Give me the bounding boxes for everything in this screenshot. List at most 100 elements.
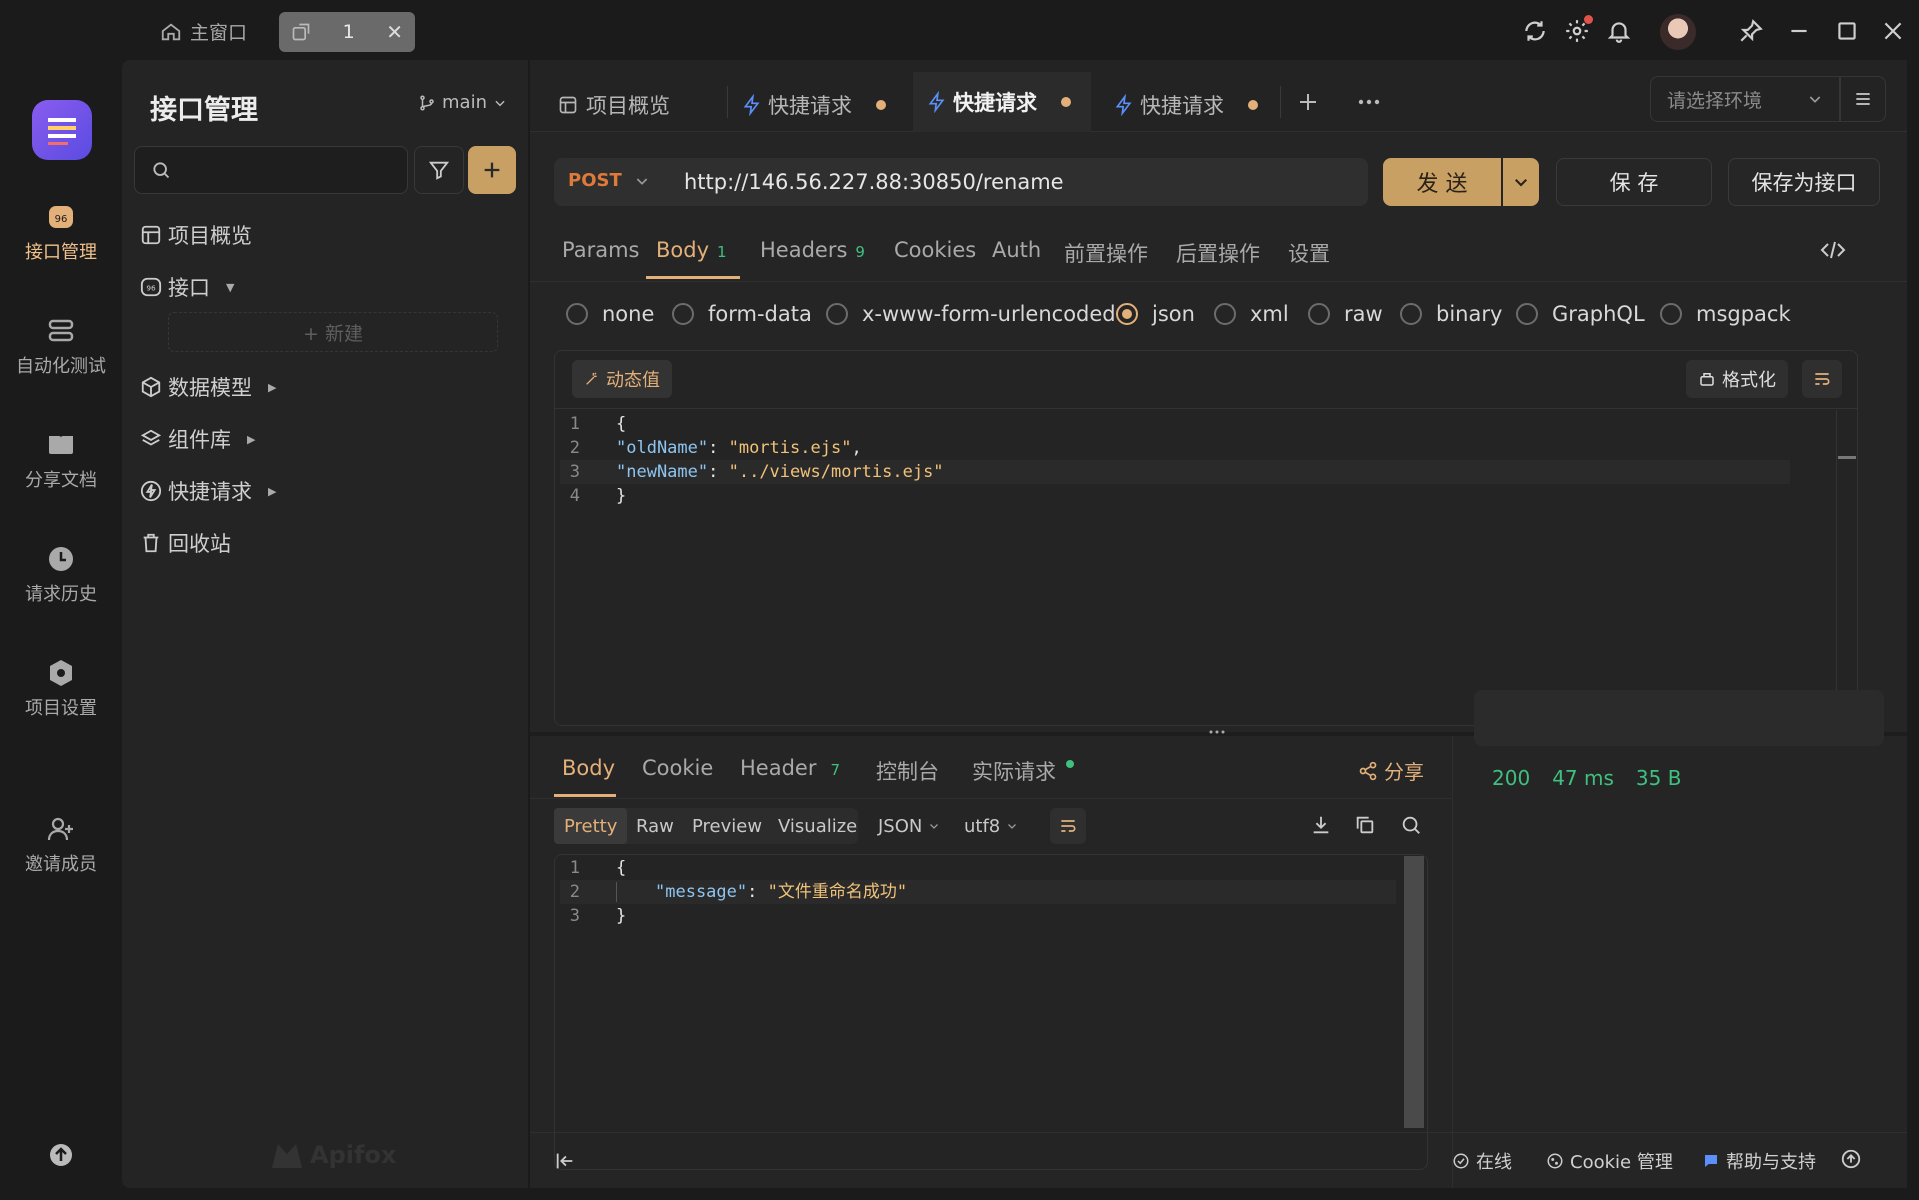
- sidebar-item-quick-request[interactable]: 快捷请求 ▶: [140, 476, 276, 506]
- share-button[interactable]: 分享: [1358, 756, 1424, 785]
- tab-params[interactable]: Params: [562, 238, 640, 262]
- radio-graphql[interactable]: GraphQL: [1516, 302, 1645, 326]
- response-format-select[interactable]: JSON: [868, 808, 950, 844]
- maximize-icon[interactable]: [1834, 18, 1860, 44]
- search-icon[interactable]: [1400, 814, 1422, 836]
- method-select[interactable]: POST: [568, 170, 650, 191]
- branch-selector[interactable]: main: [418, 92, 507, 113]
- wrap-lines-button[interactable]: [1802, 360, 1842, 398]
- code-line: 4}: [560, 484, 1790, 508]
- tab-pre-ops[interactable]: 前置操作: [1064, 238, 1148, 268]
- sidebar-search-input[interactable]: [134, 146, 408, 194]
- home-window-tab[interactable]: 主窗口: [160, 18, 247, 45]
- bell-icon[interactable]: [1606, 18, 1632, 44]
- avatar[interactable]: [1660, 14, 1696, 50]
- rail-request-history[interactable]: 请求历史: [0, 544, 122, 606]
- tab-overview[interactable]: 项目概览: [558, 90, 670, 120]
- copy-icon[interactable]: [1354, 814, 1376, 836]
- history-icon: [49, 547, 73, 571]
- sidebar-item-data-model[interactable]: 数据模型 ▶: [140, 372, 276, 402]
- radio-msgpack[interactable]: msgpack: [1660, 302, 1791, 326]
- format-button[interactable]: 格式化: [1686, 360, 1788, 398]
- minimize-icon[interactable]: [1786, 18, 1812, 44]
- save-button[interactable]: 保 存: [1556, 158, 1712, 206]
- tab-post-ops[interactable]: 后置操作: [1176, 238, 1260, 268]
- radio-urlencoded[interactable]: x-www-form-urlencoded: [826, 302, 1116, 326]
- sidebar-item-overview[interactable]: 项目概览: [140, 220, 252, 250]
- response-tab-actual-request[interactable]: 实际请求: [972, 756, 1074, 786]
- environment-menu-button[interactable]: [1840, 76, 1886, 122]
- response-wrap-button[interactable]: [1050, 808, 1086, 844]
- refresh-icon[interactable]: [1522, 18, 1548, 44]
- view-mode-visualize[interactable]: Visualize: [768, 808, 867, 844]
- tab-overview-label: 项目概览: [586, 94, 670, 118]
- rail-request-history-label: 请求历史: [25, 584, 97, 605]
- response-tab-cookie[interactable]: Cookie: [642, 756, 713, 780]
- radio-raw[interactable]: raw: [1308, 302, 1383, 326]
- tab-body[interactable]: Body 1: [656, 238, 727, 262]
- send-button[interactable]: 发 送: [1383, 158, 1501, 206]
- tab-quick-request-2-active[interactable]: 快捷请求: [913, 72, 1091, 132]
- response-tab-header[interactable]: Header 7: [740, 756, 840, 780]
- upgrade-icon[interactable]: [1840, 1148, 1862, 1170]
- view-mode-pretty[interactable]: Pretty: [554, 808, 628, 844]
- send-options-button[interactable]: [1503, 158, 1539, 206]
- add-button[interactable]: [468, 146, 516, 194]
- rail-api-management[interactable]: 96 接口管理: [0, 202, 122, 264]
- tab-cookies-label: Cookies: [894, 238, 977, 262]
- help-support-button[interactable]: 帮助与支持: [1702, 1148, 1816, 1174]
- drag-handle-icon[interactable]: [1208, 728, 1226, 736]
- editor-scroll-thumb[interactable]: [1838, 456, 1856, 459]
- more-tabs-icon[interactable]: [1356, 90, 1382, 114]
- view-mode-preview[interactable]: Preview: [682, 808, 772, 844]
- rail-project-settings[interactable]: 项目设置: [0, 658, 122, 720]
- cookie-manage-button[interactable]: Cookie 管理: [1546, 1148, 1673, 1174]
- dynamic-value-button[interactable]: 动态值: [572, 360, 672, 398]
- online-status[interactable]: 在线: [1452, 1148, 1512, 1174]
- response-tab-console[interactable]: 控制台: [876, 756, 939, 786]
- radio-binary[interactable]: binary: [1400, 302, 1502, 326]
- close-window-icon[interactable]: [1880, 18, 1906, 44]
- radio-none[interactable]: none: [566, 302, 654, 326]
- sidebar-item-data-model-label: 数据模型: [168, 376, 252, 400]
- sidebar-item-components[interactable]: 组件库 ▶: [140, 424, 255, 454]
- line-number: 4: [569, 486, 580, 506]
- rail-automation-test[interactable]: 自动化测试: [0, 316, 122, 378]
- radio-xml[interactable]: xml: [1214, 302, 1289, 326]
- response-tab-body[interactable]: Body: [562, 756, 615, 780]
- code-snippet-icon[interactable]: [1820, 238, 1846, 262]
- radio-form-data[interactable]: form-data: [672, 302, 812, 326]
- radio-json[interactable]: json: [1116, 302, 1195, 326]
- response-encoding-select[interactable]: utf8: [954, 808, 1028, 844]
- radio-circle: [566, 303, 588, 325]
- tab-cookies[interactable]: Cookies: [894, 238, 976, 262]
- tab-headers[interactable]: Headers 9: [760, 238, 865, 262]
- project-logo[interactable]: [32, 100, 92, 160]
- upload-arrow-icon[interactable]: [48, 1142, 74, 1168]
- tab-settings[interactable]: 设置: [1288, 238, 1330, 268]
- tab-auth[interactable]: Auth: [992, 238, 1041, 262]
- tab-divider: [1280, 86, 1281, 118]
- new-tab-plus-icon[interactable]: [1296, 90, 1320, 114]
- pin-icon[interactable]: [1738, 18, 1764, 44]
- environment-select[interactable]: 请选择环境: [1650, 76, 1840, 122]
- indent-guide: [616, 882, 617, 902]
- url-input[interactable]: http://146.56.227.88:30850/rename: [684, 170, 1064, 194]
- close-tab-icon[interactable]: ✕: [386, 20, 403, 44]
- view-mode-raw[interactable]: Raw: [626, 808, 684, 844]
- new-item-button[interactable]: + 新建: [168, 312, 498, 352]
- save-as-api-button[interactable]: 保存为接口: [1728, 158, 1880, 206]
- tab-quick-request-3[interactable]: 快捷请求: [1114, 90, 1258, 120]
- sidebar-item-trash[interactable]: 回收站: [140, 528, 231, 558]
- collapse-sidebar-icon[interactable]: [554, 1150, 576, 1172]
- rail-invite-member[interactable]: 邀请成员: [0, 814, 122, 876]
- rail-share-doc[interactable]: 分享文档: [0, 430, 122, 492]
- tab-auth-label: Auth: [992, 238, 1042, 262]
- tab-quick-request-1[interactable]: 快捷请求: [742, 90, 886, 120]
- download-icon[interactable]: [1310, 814, 1332, 836]
- response-scrollbar[interactable]: [1404, 856, 1424, 1128]
- request-body-editor[interactable]: [554, 350, 1858, 726]
- filter-button[interactable]: [414, 146, 464, 194]
- sidebar-item-api[interactable]: 96 接口 ▼: [140, 272, 234, 302]
- active-window-tab[interactable]: 1 ✕: [279, 12, 415, 52]
